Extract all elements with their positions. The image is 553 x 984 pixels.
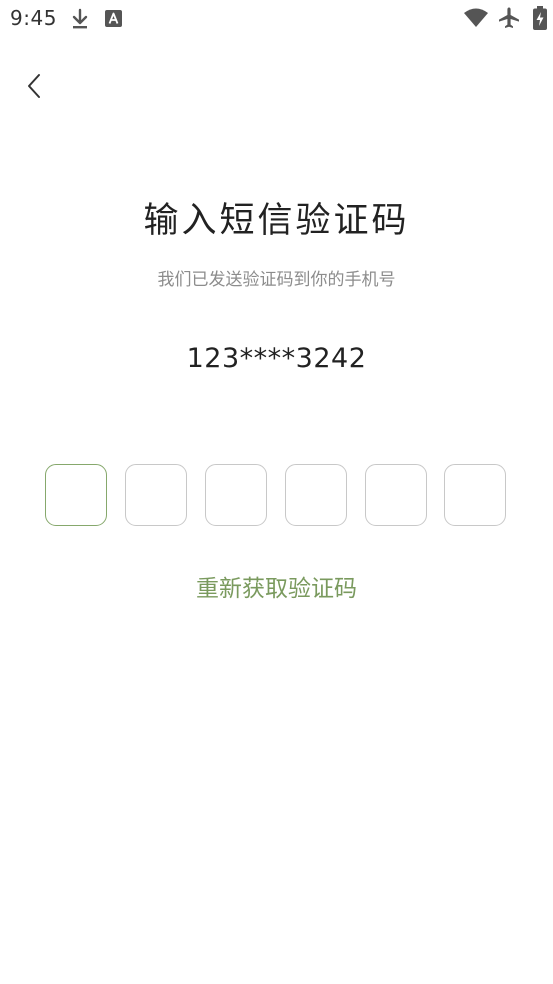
resend-code-link[interactable]: 重新获取验证码 xyxy=(0,569,553,603)
page-subtitle: 我们已发送验证码到你的手机号 xyxy=(157,270,396,290)
battery-charging-icon xyxy=(533,6,547,30)
page-title: 输入短信验证码 xyxy=(143,201,410,241)
code-digit-2[interactable] xyxy=(125,464,187,526)
masked-phone-number: 123****3242 xyxy=(186,343,367,374)
status-time: 9:45 xyxy=(10,6,57,30)
code-digit-3[interactable] xyxy=(205,464,267,526)
back-button[interactable] xyxy=(14,66,54,106)
airplane-mode-icon xyxy=(499,7,519,28)
verify-sms-screen: 9:45 输入短信验证码 我们已发送验证码到你的手机号 123****3242 xyxy=(0,0,553,984)
code-digit-5[interactable] xyxy=(365,464,427,526)
verification-code-input-group xyxy=(45,464,508,529)
text-icon xyxy=(105,10,122,27)
wifi-icon xyxy=(464,8,488,27)
status-bar: 9:45 xyxy=(0,0,553,38)
code-digit-1[interactable] xyxy=(45,464,107,526)
chevron-left-icon xyxy=(28,74,40,98)
code-digit-4[interactable] xyxy=(285,464,347,526)
download-icon xyxy=(72,8,88,29)
code-digit-6[interactable] xyxy=(444,464,506,526)
